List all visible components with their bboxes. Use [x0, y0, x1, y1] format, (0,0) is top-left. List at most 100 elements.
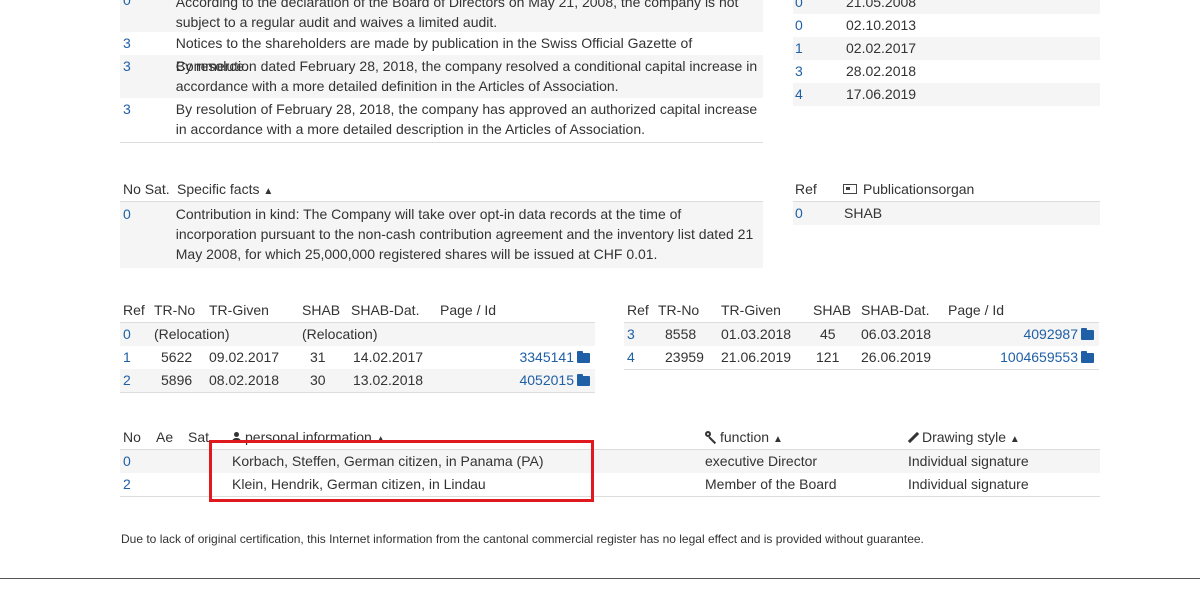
shab: 121	[816, 349, 840, 365]
statement-ref-link[interactable]: 3	[120, 32, 176, 55]
sort-icon[interactable]: ▲︎	[1010, 434, 1020, 445]
tr-no-header: TR-No	[658, 302, 700, 318]
tr-given: 21.06.2019	[721, 349, 792, 365]
date-ref-link[interactable]: 1	[793, 37, 846, 60]
person-function: Member of the Board	[705, 476, 837, 492]
statement-row: 3 Notices to the shareholders are made b…	[120, 32, 763, 74]
drawing-style-label: Drawing style	[922, 429, 1007, 445]
tr-no-header: TR-No	[154, 302, 196, 318]
shab-header: SHAB	[302, 302, 341, 318]
tr-ref-header: Ref	[123, 302, 145, 318]
date-value: 17.06.2019	[846, 86, 917, 102]
folder-icon[interactable]	[1081, 328, 1094, 340]
publication-header: Ref Publicationsorgan	[793, 179, 1100, 202]
footer-divider	[0, 578, 1200, 579]
newspaper-icon	[843, 184, 857, 194]
person-no-link[interactable]: 0	[123, 450, 131, 473]
page-id-text[interactable]: 3345141	[519, 349, 574, 365]
statement-row: 3 By resolution dated February 28, 2018,…	[120, 55, 763, 98]
statement-ref-link[interactable]: 3	[120, 99, 176, 139]
page-id-text[interactable]: 4092987	[1023, 326, 1078, 342]
publication-organ-value: SHAB	[844, 205, 883, 221]
tr-row: 3 8558 01.03.2018 45 06.03.2018 4092987	[624, 323, 1099, 346]
sort-icon[interactable]: ▲︎	[773, 434, 783, 445]
specific-fact-ref-link[interactable]: 0	[120, 204, 176, 264]
page-id-link[interactable]: 4092987	[1023, 323, 1094, 346]
disclaimer: Due to lack of original certification, t…	[121, 532, 924, 546]
shab-dat: 26.06.2019	[861, 349, 932, 365]
page-id-link[interactable]: 4052015	[519, 369, 590, 392]
tr-given: 09.02.2017	[209, 349, 280, 365]
function-header[interactable]: function ▲︎	[705, 427, 783, 450]
shab-dat: 13.02.2018	[353, 372, 424, 388]
statement-row: 0 According to the declaration of the Bo…	[120, 0, 763, 32]
specific-fact-text: Contribution in kind: The Company will t…	[175, 206, 754, 262]
highlight-box	[209, 440, 594, 502]
page-id-text[interactable]: 4052015	[519, 372, 574, 388]
tr-no: 5622	[161, 349, 193, 365]
shab-dat-header: SHAB-Dat.	[861, 302, 930, 318]
statement-ref-link[interactable]: 3	[120, 56, 176, 96]
date-value: 02.02.2017	[846, 40, 917, 56]
page-id-text[interactable]: 1004659553	[1000, 349, 1078, 365]
tr-ref-link[interactable]: 2	[123, 369, 131, 392]
tr-row: 0 (Relocation) (Relocation)	[120, 323, 595, 346]
page-id-link[interactable]: 1004659553	[1000, 346, 1094, 369]
date-ref-link[interactable]: 3	[793, 60, 846, 83]
tr-no: 5896	[161, 372, 193, 388]
tr-ref-link[interactable]: 1	[123, 346, 131, 369]
folder-icon[interactable]	[577, 351, 590, 363]
key-icon	[705, 431, 717, 445]
shab: 45	[820, 326, 836, 342]
person-drawing-style: Individual signature	[908, 476, 1029, 492]
tr-ref-link[interactable]: 0	[123, 323, 131, 346]
date-row: 0 02.10.2013	[793, 14, 1100, 37]
date-ref-link[interactable]: 0	[793, 0, 846, 14]
statement-text: By resolution of February 28, 2018, the …	[175, 101, 758, 137]
date-row: 1 02.02.2017	[793, 37, 1100, 60]
shab-header: SHAB	[813, 302, 852, 318]
tr-given-header: TR-Given	[209, 302, 269, 318]
publication-table: Ref Publicationsorgan 0 SHAB	[793, 179, 1100, 225]
tr-ref-link[interactable]: 3	[627, 323, 635, 346]
tr-ref-link[interactable]: 4	[627, 346, 635, 369]
sort-icon[interactable]: ▲︎	[263, 186, 273, 197]
specific-fact-row: 0 Contribution in kind: The Company will…	[120, 202, 763, 268]
function-label: function	[720, 429, 770, 445]
shab-dat-header: SHAB-Dat.	[351, 302, 420, 318]
tr-ref-header: Ref	[627, 302, 649, 318]
date-value: 02.10.2013	[846, 17, 917, 33]
tr-no: (Relocation)	[154, 326, 230, 342]
tr-row: 4 23959 21.06.2019 121 26.06.2019 100465…	[624, 346, 1099, 370]
publication-ref-link[interactable]: 0	[793, 202, 844, 225]
statement-text: By resolution dated February 28, 2018, t…	[175, 58, 758, 94]
date-ref-link[interactable]: 0	[793, 14, 846, 37]
specific-facts-header-cell[interactable]: Specific facts ▲︎	[177, 179, 273, 201]
statement-row: 3 By resolution of February 28, 2018, th…	[120, 98, 763, 143]
drawing-style-header[interactable]: Drawing style ▲︎	[907, 427, 1020, 450]
tr-no: 23959	[665, 349, 704, 365]
folder-icon[interactable]	[577, 374, 590, 386]
shab: (Relocation)	[302, 326, 378, 342]
tr-header: Ref TR-No TR-Given SHAB SHAB-Dat. Page /…	[624, 300, 1099, 323]
date-row: 0 21.05.2008	[793, 0, 1100, 14]
statement-ref-link[interactable]: 0	[120, 0, 176, 32]
ref-header: Ref	[795, 181, 817, 197]
date-row: 3 28.02.2018	[793, 60, 1100, 83]
page-id-link[interactable]: 3345141	[519, 346, 590, 369]
folder-icon[interactable]	[1081, 351, 1094, 363]
tr-given: 01.03.2018	[721, 326, 792, 342]
shab: 31	[310, 349, 326, 365]
person-no-link[interactable]: 2	[123, 473, 131, 496]
statements-table: 0 According to the declaration of the Bo…	[120, 0, 763, 143]
tr-given: 08.02.2018	[209, 372, 280, 388]
date-ref-link[interactable]: 4	[793, 83, 846, 106]
shab-dat: 14.02.2017	[353, 349, 424, 365]
shab-dat: 06.03.2018	[861, 326, 932, 342]
tr-row: 2 5896 08.02.2018 30 13.02.2018 4052015	[120, 369, 595, 393]
tr-table-right: Ref TR-No TR-Given SHAB SHAB-Dat. Page /…	[624, 300, 1099, 370]
ae-header: Ae	[156, 429, 174, 445]
date-value: 21.05.2008	[846, 0, 917, 10]
date-value: 28.02.2018	[846, 63, 917, 79]
page-id-header: Page / Id	[948, 302, 1005, 318]
